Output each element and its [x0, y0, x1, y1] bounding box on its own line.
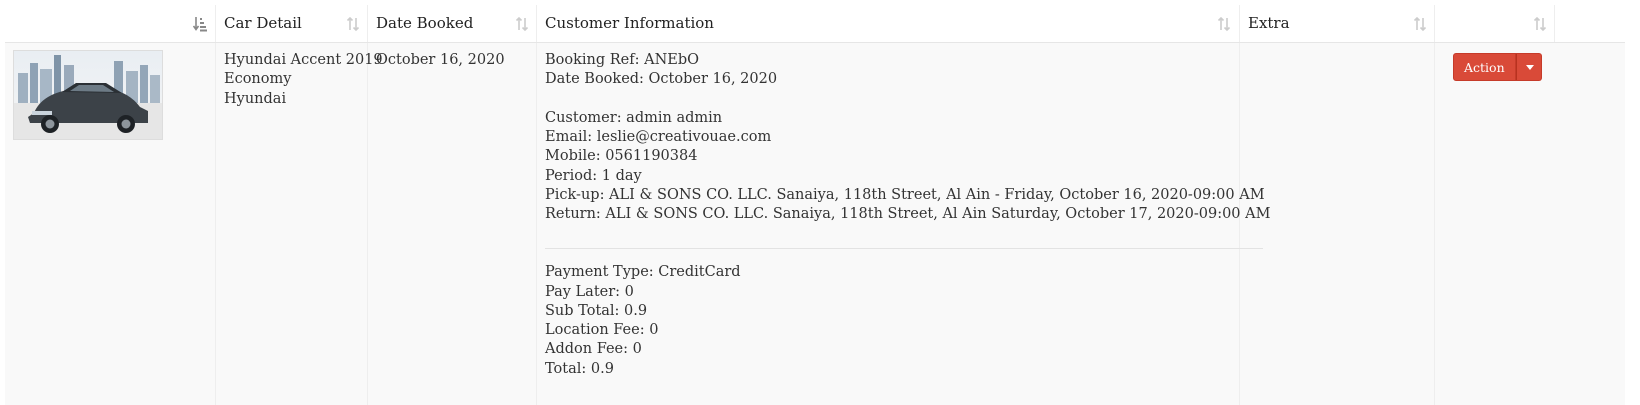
booking-ref: Booking Ref: ANEbO — [545, 52, 700, 68]
car-brand: Hyundai — [224, 90, 287, 107]
car-detail-cell: Hyundai Accent 2019 Economy Hyundai — [216, 43, 383, 405]
sub-total: Sub Total: 0.9 — [545, 302, 648, 319]
sort-icon[interactable] — [515, 16, 529, 32]
date-booked-value: October 16, 2020 — [376, 52, 505, 68]
table-row: Hyundai Accent 2019 Economy Hyundai Octo… — [5, 43, 1625, 405]
rental-period: Period: 1 day — [545, 167, 642, 184]
car-image[interactable] — [13, 50, 163, 140]
sort-icon[interactable] — [1533, 16, 1547, 32]
header-car-detail[interactable]: Car Detail — [216, 5, 368, 42]
customer-mobile: Mobile: 0561190384 — [545, 148, 698, 165]
return-info: Return: ALI & SONS CO. LLC. Sanaiya, 118… — [545, 206, 1271, 223]
header-extra[interactable]: Extra — [1240, 5, 1435, 42]
action-button-group: Action — [1453, 53, 1542, 81]
header-label: Customer Information — [545, 14, 714, 32]
header-label: Car Detail — [224, 14, 302, 32]
header-customer-information[interactable]: Customer Information — [537, 5, 1240, 42]
chevron-down-icon[interactable] — [1515, 53, 1542, 81]
payment-type: Payment Type: CreditCard — [545, 264, 741, 281]
customer-name: Customer: admin admin — [545, 109, 723, 126]
sort-icon[interactable] — [1217, 16, 1231, 32]
image-cell — [5, 43, 216, 405]
addon-fee: Addon Fee: 0 — [545, 341, 642, 358]
total: Total: 0.9 — [545, 360, 614, 377]
action-cell — [1435, 43, 1555, 405]
customer-information-cell: Booking Ref: ANEbO Date Booked: October … — [537, 43, 1270, 405]
table-header: Car Detail Date Booked Customer Informat… — [5, 5, 1625, 44]
action-button[interactable]: Action — [1453, 53, 1516, 81]
car-model: Hyundai Accent 2019 — [224, 52, 383, 68]
header-date-booked[interactable]: Date Booked — [368, 5, 537, 42]
divider — [545, 248, 1263, 249]
pickup-info: Pick-up: ALI & SONS CO. LLC. Sanaiya, 11… — [545, 187, 1265, 204]
header-image-column[interactable] — [5, 5, 216, 42]
sort-amount-icon[interactable] — [193, 16, 207, 32]
header-action-column[interactable] — [1435, 5, 1555, 42]
pay-later: Pay Later: 0 — [545, 283, 634, 300]
extra-cell — [1240, 43, 1435, 405]
customer-email: Email: leslie@creativouae.com — [545, 129, 772, 146]
sort-icon[interactable] — [346, 16, 360, 32]
info-date-booked: Date Booked: October 16, 2020 — [545, 71, 778, 88]
car-class: Economy — [224, 71, 292, 88]
date-booked-cell: October 16, 2020 — [368, 43, 537, 405]
header-label: Date Booked — [376, 14, 474, 32]
sort-icon[interactable] — [1413, 16, 1427, 32]
header-label: Extra — [1248, 14, 1290, 32]
location-fee: Location Fee: 0 — [545, 322, 659, 339]
